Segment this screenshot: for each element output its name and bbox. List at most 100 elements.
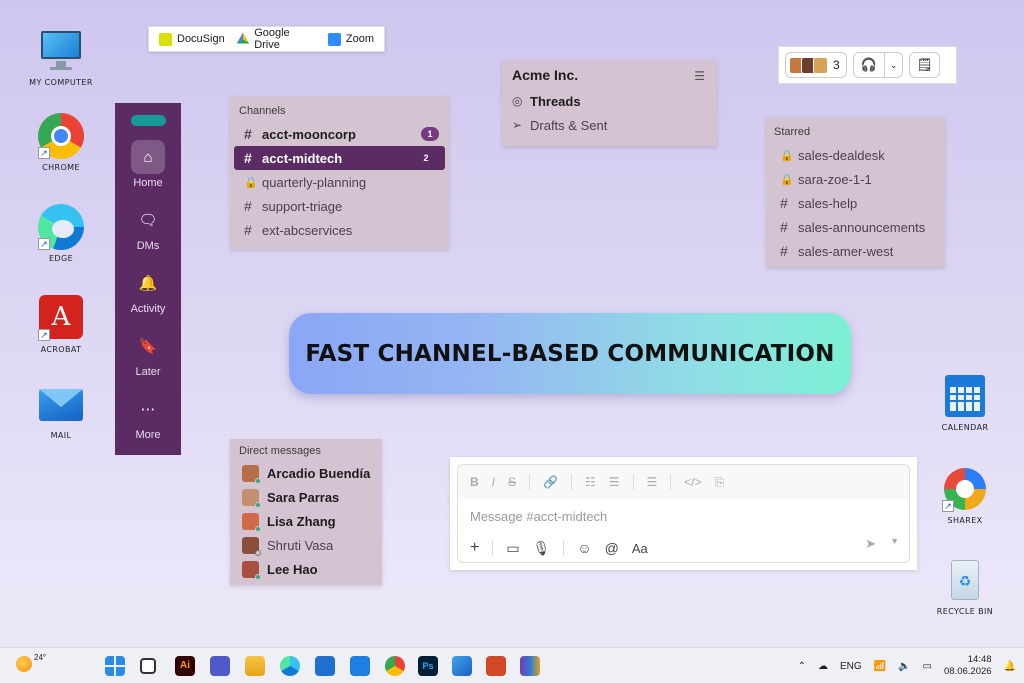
dms-header[interactable]: Direct messages (230, 439, 382, 457)
weather-icon (16, 656, 32, 672)
winrar-icon[interactable] (520, 656, 540, 676)
huddle-bar: 3 🎧 ⌄ 🗒 (778, 46, 957, 84)
channel-name: acct-mooncorp (262, 126, 356, 142)
rail-item-home[interactable]: ⌂ Home (131, 140, 165, 189)
wifi-icon[interactable]: 📶 (874, 661, 886, 672)
desktop-icon-label: CHROME (42, 163, 80, 172)
message-composer: B I S 🔗 ☷ ☰ ☰ </> ⎘ Message #acct-midtec… (450, 457, 917, 570)
drafts-item[interactable]: ➢ Drafts & Sent (502, 113, 717, 137)
channel-item[interactable]: 🔒 quarterly-planning (230, 170, 449, 194)
channel-item[interactable]: # support-triage (230, 194, 449, 218)
text-format-icon[interactable]: Aa (632, 541, 648, 556)
clock[interactable]: 14:48 08.06.2026 (944, 654, 992, 678)
microphone-icon[interactable]: 🎙 (533, 540, 551, 557)
bookmark-google-drive[interactable]: Google Drive (236, 27, 316, 51)
plus-icon[interactable]: + (470, 539, 479, 557)
mail-taskbar-icon[interactable] (350, 656, 370, 676)
bookmark-zoom[interactable]: Zoom (327, 32, 374, 46)
teams-icon[interactable] (210, 656, 230, 676)
emoji-icon[interactable]: ☺ (577, 540, 591, 556)
channel-item-selected[interactable]: # acct-midtech 2 (234, 146, 445, 170)
photoshop-icon[interactable]: Ps (418, 656, 438, 676)
recycle-bin-icon: ♻ (942, 557, 988, 603)
illustrator-icon[interactable]: Ai (175, 656, 195, 676)
starred-item[interactable]: 🔒 sara-zoe-1-1 (766, 167, 945, 191)
filter-icon[interactable]: ☰ (694, 69, 705, 83)
weather-widget[interactable]: 24° (16, 653, 46, 672)
dm-name: Sara Parras (267, 489, 340, 505)
rail-item-more[interactable]: ⋯ More (131, 392, 165, 441)
message-input[interactable]: Message #acct-midtech (458, 499, 909, 533)
send-icon[interactable]: ➤ (865, 536, 876, 552)
dm-item[interactable]: Arcadio Buendía (230, 461, 382, 485)
channel-item[interactable]: # ext-abcservices (230, 218, 449, 242)
bookmark-label: Zoom (345, 33, 374, 45)
hash-icon: # (244, 198, 252, 214)
desktop-icon-edge[interactable]: ↗ EDGE (21, 204, 101, 263)
desktop-icon-my-computer[interactable]: MY COMPUTER (21, 28, 101, 87)
dm-item[interactable]: Shruti Vasa (230, 533, 382, 557)
workspace-panel: Acme Inc. ☰ ◎ Threads ➢ Drafts & Sent (502, 60, 717, 146)
channel-item[interactable]: # acct-mooncorp 1 (230, 122, 449, 146)
chevron-down-icon[interactable]: ▼ (890, 536, 899, 552)
rail-item-activity[interactable]: 🔔 Activity (131, 266, 166, 315)
starred-item[interactable]: # sales-help (766, 191, 945, 215)
dm-item[interactable]: Lisa Zhang (230, 509, 382, 533)
code-icon[interactable]: </> (684, 475, 701, 489)
task-view-icon[interactable] (140, 658, 156, 674)
desktop-icon-recycle-bin[interactable]: ♻ RECYCLE BIN (925, 557, 1005, 616)
ordered-list-icon[interactable]: ☷ (585, 475, 596, 489)
desktop-icon-chrome[interactable]: ↗ CHROME (21, 113, 101, 172)
edge-taskbar-icon[interactable] (280, 656, 300, 676)
dm-item[interactable]: Sara Parras (230, 485, 382, 509)
file-explorer-icon[interactable] (245, 656, 265, 676)
headphones-icon: 🎧 (860, 57, 877, 72)
date: 08.06.2026 (944, 666, 992, 677)
windows-start-icon[interactable] (105, 656, 125, 676)
canvas-button[interactable]: 🗒 (909, 52, 940, 78)
strikethrough-icon[interactable]: S (508, 475, 516, 489)
link-icon[interactable]: 🔗 (543, 475, 558, 489)
powerpoint-icon[interactable] (486, 656, 506, 676)
hash-icon: # (244, 222, 252, 238)
starred-item[interactable]: # sales-amer-west (766, 239, 945, 263)
italic-icon[interactable]: I (492, 475, 495, 489)
rail-item-dms[interactable]: 🗨 DMs (131, 203, 165, 252)
bookmark-label: DocuSign (177, 33, 225, 45)
desktop-icon-acrobat[interactable]: A ↗ ACROBAT (21, 295, 101, 354)
threads-item[interactable]: ◎ Threads (502, 89, 717, 113)
chrome-taskbar-icon[interactable] (385, 656, 405, 676)
zoom-icon (327, 32, 341, 46)
chevron-up-icon[interactable]: ⌃ (798, 661, 806, 672)
language-indicator[interactable]: ENG (840, 661, 862, 672)
cloud-icon[interactable]: ☁ (818, 661, 828, 672)
mention-icon[interactable]: @ (605, 540, 619, 556)
rail-item-later[interactable]: 🔖 Later (131, 329, 165, 378)
starred-header[interactable]: Starred (766, 117, 945, 138)
battery-icon[interactable]: ▭ (923, 661, 932, 672)
starred-item[interactable]: # sales-announcements (766, 215, 945, 239)
bold-icon[interactable]: B (470, 475, 479, 489)
store-icon[interactable] (315, 656, 335, 676)
huddle-button[interactable]: 🎧 ⌄ (852, 52, 904, 78)
blockquote-icon[interactable]: ☰ (647, 475, 658, 489)
channels-header[interactable]: Channels (230, 96, 449, 117)
desktop-icon-sharex[interactable]: ↗ SHAREX (925, 466, 1005, 525)
starred-item[interactable]: 🔒 sales-dealdesk (766, 143, 945, 167)
video-icon[interactable]: ▭ (506, 540, 519, 557)
bookmark-docusign[interactable]: DocuSign (159, 32, 225, 46)
bullet-list-icon[interactable]: ☰ (609, 475, 620, 489)
workspace-name[interactable]: Acme Inc. (502, 60, 717, 83)
notification-bell-icon[interactable]: 🔔 (1004, 661, 1016, 672)
threads-icon: ◎ (512, 94, 523, 108)
photos-icon[interactable] (452, 656, 472, 676)
huddle-participants[interactable]: 3 (785, 52, 847, 78)
code-block-icon[interactable]: ⎘ (715, 475, 725, 490)
speaker-icon[interactable]: 🔈 (898, 661, 910, 672)
workspace-switcher[interactable] (130, 115, 166, 126)
chevron-down-icon[interactable]: ⌄ (883, 53, 903, 77)
dm-item[interactable]: Lee Hao (230, 557, 382, 581)
desktop-icon-mail[interactable]: MAIL (21, 381, 101, 440)
desktop-icon-calendar[interactable]: CALENDAR (925, 373, 1005, 432)
docusign-icon (159, 32, 172, 46)
